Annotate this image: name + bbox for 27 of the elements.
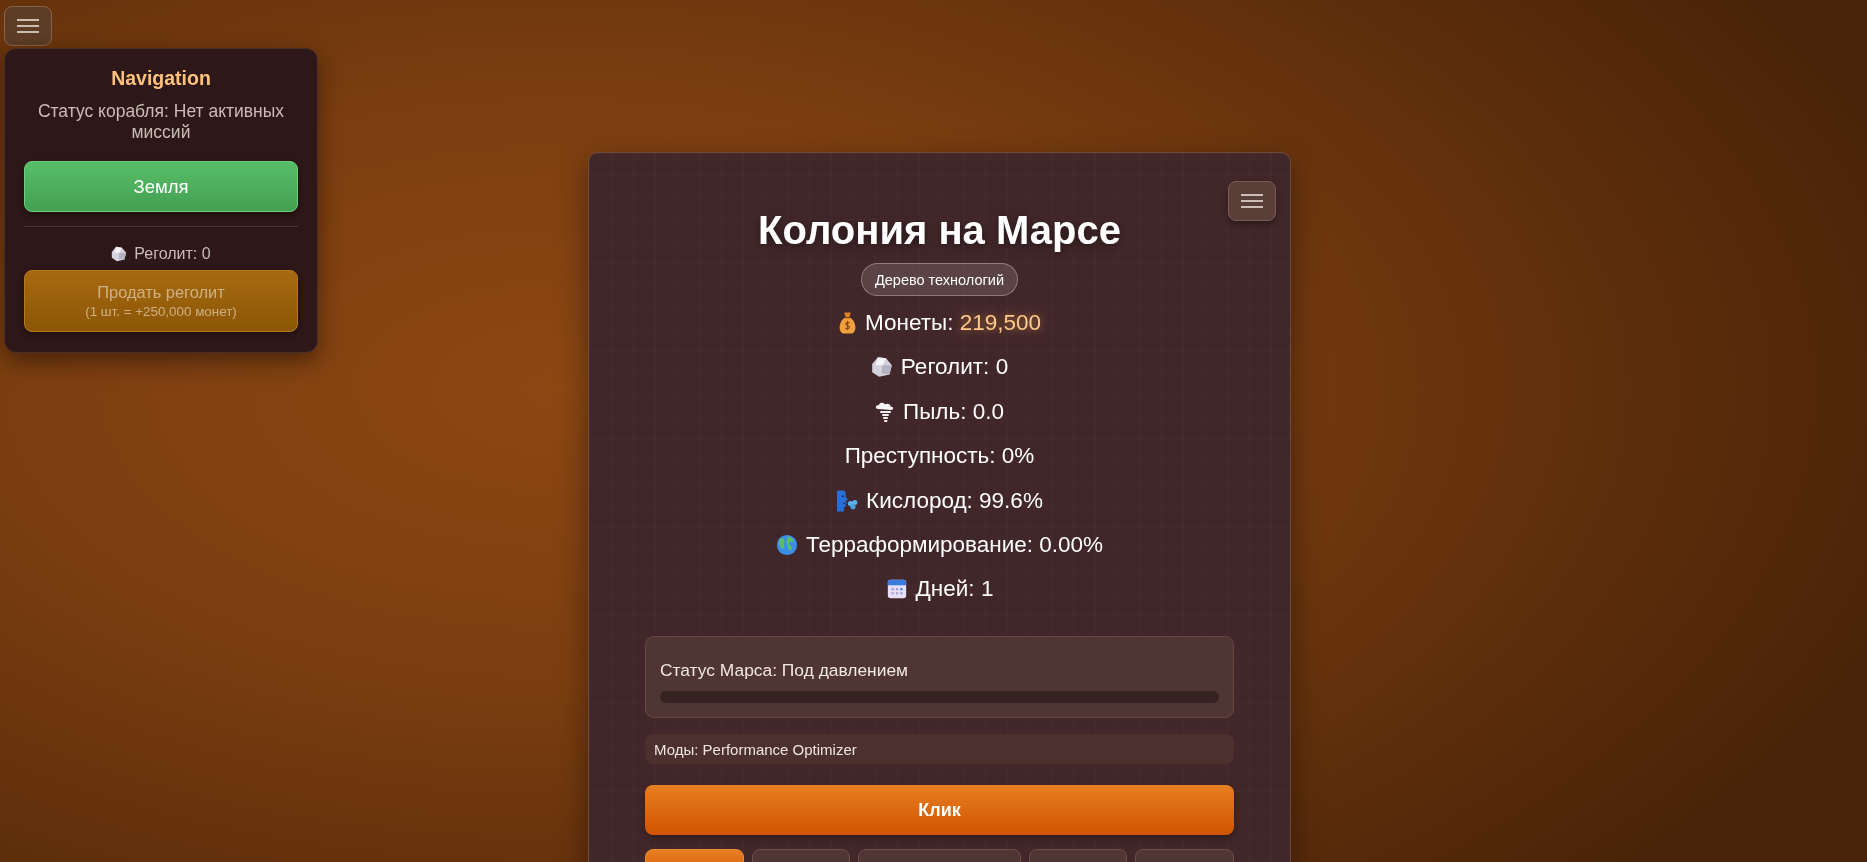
mars-status-text: Статус Марса: Под давлением <box>660 660 910 682</box>
stat-text: Преступность: 0% <box>844 442 1035 471</box>
money-bag-icon <box>837 312 857 334</box>
stat-text: Пыль: 0.0 <box>903 397 1004 426</box>
wind-face-icon <box>836 489 859 512</box>
menu-button[interactable] <box>1228 181 1276 221</box>
colony-title: Колония на Марсе <box>758 207 1121 253</box>
tech-tree-button[interactable]: Дерево технологий <box>860 263 1019 296</box>
mods-text: Моды: Performance Optimizer <box>645 734 1234 765</box>
destination-button[interactable]: Земля <box>24 161 298 212</box>
rock-icon <box>870 356 893 379</box>
stat-text: Дней: 1 <box>915 575 994 604</box>
menu-button[interactable] <box>4 6 52 46</box>
stat-text: Терраформирование: 0.00% <box>805 530 1104 559</box>
ship-status-text: Статус корабля: Нет активных миссий <box>36 101 286 143</box>
globe-icon <box>775 533 798 556</box>
click-button[interactable]: Клик <box>645 785 1234 836</box>
regolith-count: Реголит: 0 <box>134 244 211 263</box>
tornado-icon <box>875 401 895 422</box>
menu-icon <box>1241 194 1263 208</box>
calendar-icon <box>885 578 908 601</box>
stat-text: Монеты: 219,500 <box>864 309 1041 337</box>
rock-icon <box>111 245 128 262</box>
menu-icon <box>17 19 39 33</box>
stat-text: Реголит: 0 <box>900 353 1009 382</box>
panel-title: Navigation <box>110 67 212 90</box>
stat-text: Кислород: 99.6% <box>866 486 1043 515</box>
